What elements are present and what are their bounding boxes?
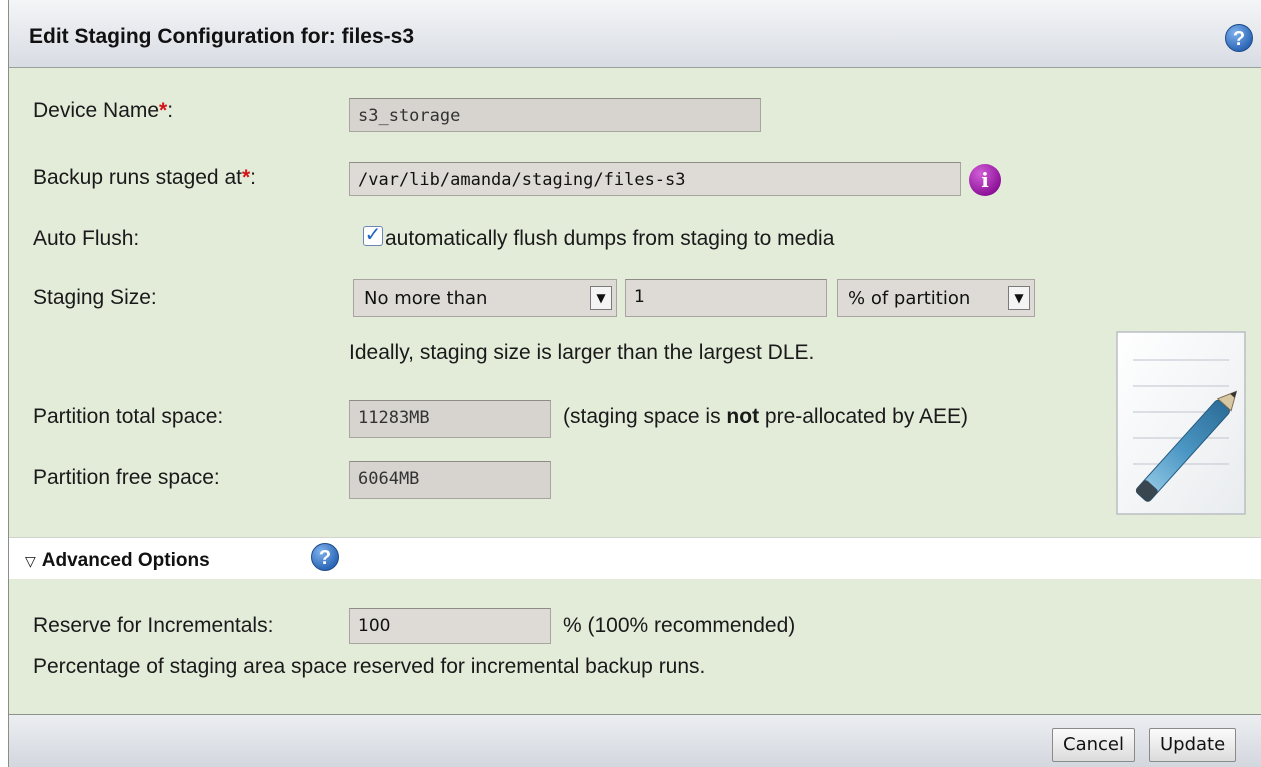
device-name-label-text: Device Name <box>33 99 160 122</box>
advanced-options-toggle[interactable]: ▽ Advanced Options <box>25 550 210 572</box>
staging-limit-select[interactable]: No more than ▼ <box>353 279 617 317</box>
auto-flush-checkbox[interactable]: ✓ <box>363 225 383 246</box>
info-icon[interactable]: i <box>969 164 1001 196</box>
advanced-options-bar: ▽ Advanced Options ? <box>9 537 1261 579</box>
reserve-suffix: % (100% recommended) <box>563 614 796 637</box>
staged-at-label-text: Backup runs staged at <box>33 166 242 189</box>
partition-total-note: (staging space is not pre-allocated by A… <box>563 405 968 429</box>
question-icon[interactable]: ? <box>311 543 339 571</box>
reserve-input[interactable]: 100 <box>349 608 551 644</box>
notepad-pencil-icon <box>1116 331 1246 515</box>
staging-limit-value: No more than <box>364 288 488 309</box>
partition-free-field: 6064MB <box>349 461 551 499</box>
update-button[interactable]: Update <box>1149 728 1237 762</box>
auto-flush-checkbox-label[interactable]: automatically flush dumps from staging t… <box>385 227 834 251</box>
staging-unit-select[interactable]: % of partition ▼ <box>837 279 1035 317</box>
reserve-description: Percentage of staging area space reserve… <box>33 655 706 678</box>
note-prefix: (staging space is <box>563 405 727 428</box>
partition-total-label: Partition total space: <box>33 405 224 428</box>
staging-size-label: Staging Size: <box>33 286 157 309</box>
staged-at-label: Backup runs staged at*: <box>33 166 256 190</box>
staging-amount-input[interactable]: 1 <box>625 279 827 317</box>
required-marker: * <box>159 99 168 122</box>
reserve-label: Reserve for Incrementals: <box>33 614 274 637</box>
note-bold: not <box>726 405 760 428</box>
dialog-titlebar: Edit Staging Configuration for: files-s3… <box>9 0 1261 68</box>
required-marker: * <box>241 166 251 189</box>
staging-path-input[interactable]: /var/lib/amanda/staging/files-s3 <box>349 162 961 196</box>
staging-unit-value: % of partition <box>848 288 971 309</box>
advanced-options-label: Advanced Options <box>41 550 210 571</box>
question-icon[interactable]: ? <box>1225 24 1253 52</box>
label-colon: : <box>250 166 256 189</box>
partition-total-field: 11283MB <box>349 400 551 438</box>
device-name-field: s3_storage <box>349 98 761 132</box>
note-suffix: pre-allocated by AEE) <box>759 405 969 428</box>
device-name-label: Device Name*: <box>33 99 173 123</box>
dialog-title: Edit Staging Configuration for: files-s3 <box>29 25 414 48</box>
edit-staging-dialog: Edit Staging Configuration for: files-s3… <box>8 0 1261 767</box>
triangle-down-icon: ▽ <box>25 553 36 569</box>
label-colon: : <box>167 99 174 122</box>
chevron-down-icon: ▼ <box>1008 286 1030 310</box>
staging-size-hint: Ideally, staging size is larger than the… <box>349 341 815 364</box>
cancel-button[interactable]: Cancel <box>1052 728 1135 762</box>
dialog-footer: Cancel Update <box>9 714 1261 767</box>
chevron-down-icon: ▼ <box>590 286 612 310</box>
auto-flush-label: Auto Flush: <box>33 227 140 250</box>
partition-free-label: Partition free space: <box>33 466 220 489</box>
